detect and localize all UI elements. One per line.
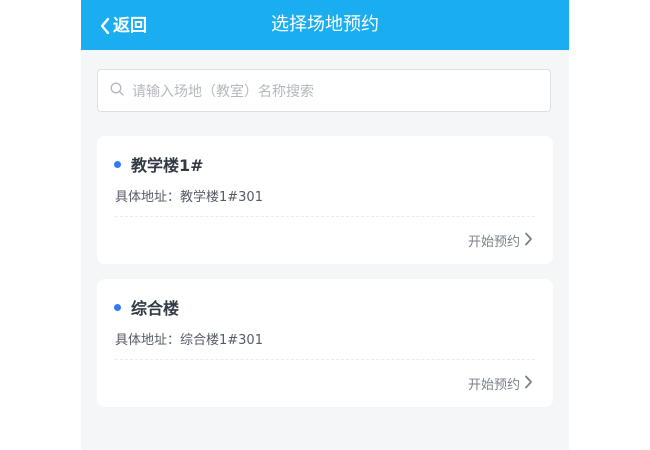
venue-card: 综合楼 具体地址：综合楼1#301 开始预约 bbox=[97, 279, 553, 407]
bullet-dot-icon bbox=[114, 303, 121, 311]
page-title: 选择场地预约 bbox=[271, 14, 379, 35]
app-screen: 返回 选择场地预约 请输入场地（教室）名称搜索 教学楼1# 具体地址：教学楼1#… bbox=[81, 0, 569, 450]
venue-name: 教学楼1# bbox=[131, 156, 204, 175]
start-booking-button[interactable]: 开始预约 bbox=[468, 374, 533, 393]
start-booking-button[interactable]: 开始预约 bbox=[468, 231, 533, 250]
chevron-right-icon bbox=[524, 231, 533, 250]
venue-card: 教学楼1# 具体地址：教学楼1#301 开始预约 bbox=[97, 136, 553, 264]
search-placeholder: 请输入场地（教室）名称搜索 bbox=[132, 83, 314, 100]
venue-name: 综合楼 bbox=[131, 299, 180, 318]
venue-address: 具体地址：教学楼1#301 bbox=[115, 190, 263, 205]
venue-header: 教学楼1# bbox=[114, 153, 204, 175]
venue-address: 具体地址：综合楼1#301 bbox=[115, 333, 263, 348]
start-booking-label: 开始预约 bbox=[467, 378, 520, 393]
nav-header: 返回 选择场地预约 bbox=[81, 0, 569, 50]
search-icon bbox=[110, 81, 124, 100]
start-booking-label: 开始预约 bbox=[467, 235, 520, 250]
divider bbox=[115, 216, 535, 217]
bullet-dot-icon bbox=[114, 160, 121, 168]
chevron-right-icon bbox=[524, 374, 533, 393]
venue-header: 综合楼 bbox=[114, 296, 179, 318]
search-input[interactable]: 请输入场地（教室）名称搜索 bbox=[97, 69, 551, 112]
divider bbox=[115, 359, 535, 360]
